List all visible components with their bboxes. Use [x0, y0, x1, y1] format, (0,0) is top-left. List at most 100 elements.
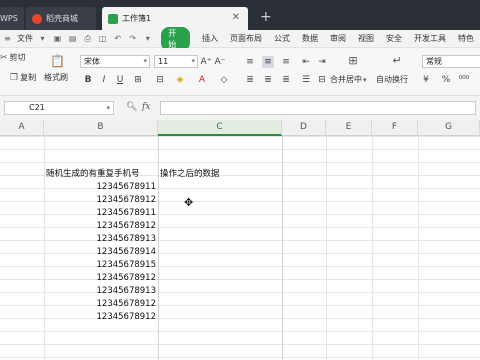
cell-style-icon[interactable]: ⊟: [154, 74, 166, 86]
copy-button[interactable]: ❐ 复制: [10, 72, 36, 83]
copy-label: 复制: [20, 73, 37, 82]
wrap-text-icon[interactable]: ↵: [382, 54, 414, 67]
percent-icon[interactable]: %: [440, 74, 452, 86]
name-box-value: C21: [29, 103, 45, 112]
column-header-g[interactable]: G: [418, 120, 480, 136]
column-header-b[interactable]: B: [44, 120, 158, 136]
close-tab-icon[interactable]: ✕: [232, 12, 240, 23]
menu-insert[interactable]: 插入: [196, 33, 224, 44]
cell-b-header[interactable]: 随机生成的有重复手机号: [46, 168, 158, 181]
italic-icon[interactable]: I: [98, 74, 110, 86]
tab-wps[interactable]: WPS: [0, 7, 24, 30]
borders-icon[interactable]: ⊞: [132, 74, 144, 86]
menu-developer[interactable]: 开发工具: [408, 33, 452, 44]
cell-b-value[interactable]: 12345678912: [46, 220, 157, 233]
merge-center-icon[interactable]: ⊞: [336, 54, 372, 67]
redo-icon[interactable]: ↷: [127, 34, 138, 44]
cut-label: 剪切: [9, 53, 26, 62]
underline-icon[interactable]: U: [114, 74, 126, 86]
merge-center-label: 合并居中: [330, 75, 362, 84]
justify-icon[interactable]: ☰: [300, 74, 312, 86]
thousands-separator-icon[interactable]: ⁰⁰⁰: [458, 74, 470, 86]
bold-icon[interactable]: B: [82, 74, 94, 86]
clear-format-icon[interactable]: ◇: [218, 74, 230, 86]
fill-color-icon[interactable]: ◈: [174, 74, 186, 86]
new-tab-icon[interactable]: +: [260, 9, 272, 25]
column-header-c[interactable]: C: [158, 120, 282, 136]
print-icon[interactable]: ⎙: [82, 34, 93, 44]
column-header-d[interactable]: D: [282, 120, 326, 136]
cell-b-value[interactable]: 12345678914: [46, 246, 157, 259]
menu-view[interactable]: 视图: [352, 33, 380, 44]
font-size-value: 11: [158, 57, 169, 66]
grid-column-line: [372, 136, 373, 360]
title-tab-bar: WPS 稻壳商城 工作簿1 ✕ +: [0, 0, 480, 30]
increase-font-icon[interactable]: A⁺: [200, 56, 212, 68]
column-header-f[interactable]: F: [372, 120, 418, 136]
cell-b-value[interactable]: 12345678912: [46, 298, 157, 311]
increase-indent-icon[interactable]: ⇥: [316, 56, 328, 68]
cut-button[interactable]: ✂ 剪切: [0, 52, 26, 63]
align-top-icon[interactable]: ≡: [244, 56, 256, 68]
cell-b-value[interactable]: 12345678913: [46, 285, 157, 298]
cell-b-value[interactable]: 12345678912: [46, 194, 157, 207]
cell-b-value[interactable]: 12345678911: [46, 207, 157, 220]
decrease-font-icon[interactable]: A⁻: [214, 56, 226, 68]
align-right-icon[interactable]: ≣: [280, 74, 292, 86]
ribbon-toolbar: ✂ 剪切 ❐ 复制 格式刷 📋 宋体 ▾ 11 ▾ A⁺ A⁻ B I U ⊞ …: [0, 48, 480, 96]
number-format-select[interactable]: 常规: [422, 55, 480, 68]
currency-icon[interactable]: ¥: [420, 74, 432, 86]
menu-data[interactable]: 数据: [296, 33, 324, 44]
menu-bar: ≡ 文件 ▾ ▣ ▤ ⎙ ◫ ↶ ↷ ▾ 开始 插入 页面布局 公式 数据 审阅…: [0, 26, 480, 51]
chevron-down-icon: ▾: [363, 75, 367, 84]
distribute-icon[interactable]: ⊟: [316, 74, 328, 86]
font-color-icon[interactable]: A: [196, 74, 208, 86]
format-painter-label: 格式刷: [44, 73, 68, 82]
menu-review[interactable]: 审阅: [324, 33, 352, 44]
formula-input[interactable]: [160, 101, 476, 115]
column-header-a[interactable]: A: [0, 120, 44, 136]
cell-b-value[interactable]: 12345678913: [46, 233, 157, 246]
wrap-text-button[interactable]: 自动换行: [376, 74, 408, 85]
undo-icon[interactable]: ↶: [112, 34, 123, 44]
column-header-e[interactable]: E: [326, 120, 372, 136]
print-preview-icon[interactable]: ◫: [97, 34, 108, 44]
align-middle-icon[interactable]: ≡: [262, 56, 274, 68]
format-painter-button[interactable]: 格式刷: [44, 72, 68, 83]
menu-file[interactable]: 文件: [15, 33, 35, 44]
tab-docer-store[interactable]: 稻壳商城: [26, 7, 96, 30]
menu-features[interactable]: 特色: [452, 33, 480, 44]
tab-workbook-label: 工作簿1: [122, 14, 152, 23]
name-box[interactable]: C21 ▾: [4, 101, 114, 115]
number-format-value: 常规: [426, 57, 442, 66]
cell-b-value[interactable]: 12345678912: [46, 272, 157, 285]
align-center-icon[interactable]: ≣: [262, 74, 274, 86]
save-icon[interactable]: ▣: [52, 34, 63, 44]
cell-b-value[interactable]: 12345678911: [46, 181, 157, 194]
font-name-select[interactable]: 宋体 ▾: [80, 55, 150, 68]
zoom-icon[interactable]: 🔍︎: [126, 102, 137, 112]
tab-docer-store-label: 稻壳商城: [46, 14, 78, 23]
chevron-down-icon[interactable]: ▾: [142, 34, 153, 44]
grid-column-line: [282, 136, 283, 360]
fx-icon[interactable]: fx: [142, 102, 150, 112]
menu-formulas[interactable]: 公式: [268, 33, 296, 44]
menu-security[interactable]: 安全: [380, 33, 408, 44]
decrease-indent-icon[interactable]: ⇤: [300, 56, 312, 68]
menu-start-button[interactable]: 开始: [161, 26, 190, 51]
cell-b-value[interactable]: 12345678912: [46, 311, 157, 324]
hamburger-icon[interactable]: ≡: [2, 34, 13, 44]
merge-center-button[interactable]: 合并居中 ▾: [330, 74, 369, 85]
paste-icon[interactable]: 📋: [50, 54, 67, 68]
align-left-icon[interactable]: ≣: [244, 74, 256, 86]
spreadsheet-icon: [108, 13, 118, 24]
font-size-select[interactable]: 11 ▾: [154, 55, 198, 68]
cell-b-value[interactable]: 12345678915: [46, 259, 157, 272]
menu-page-layout[interactable]: 页面布局: [224, 33, 268, 44]
cell-c-header[interactable]: 操作之后的数据: [160, 168, 280, 181]
docer-store-icon: [32, 13, 42, 24]
export-pdf-icon[interactable]: ▤: [67, 34, 78, 44]
align-bottom-icon[interactable]: ≡: [280, 56, 292, 68]
chevron-down-icon: ▾: [143, 57, 147, 65]
chevron-down-icon[interactable]: ▾: [37, 34, 48, 44]
